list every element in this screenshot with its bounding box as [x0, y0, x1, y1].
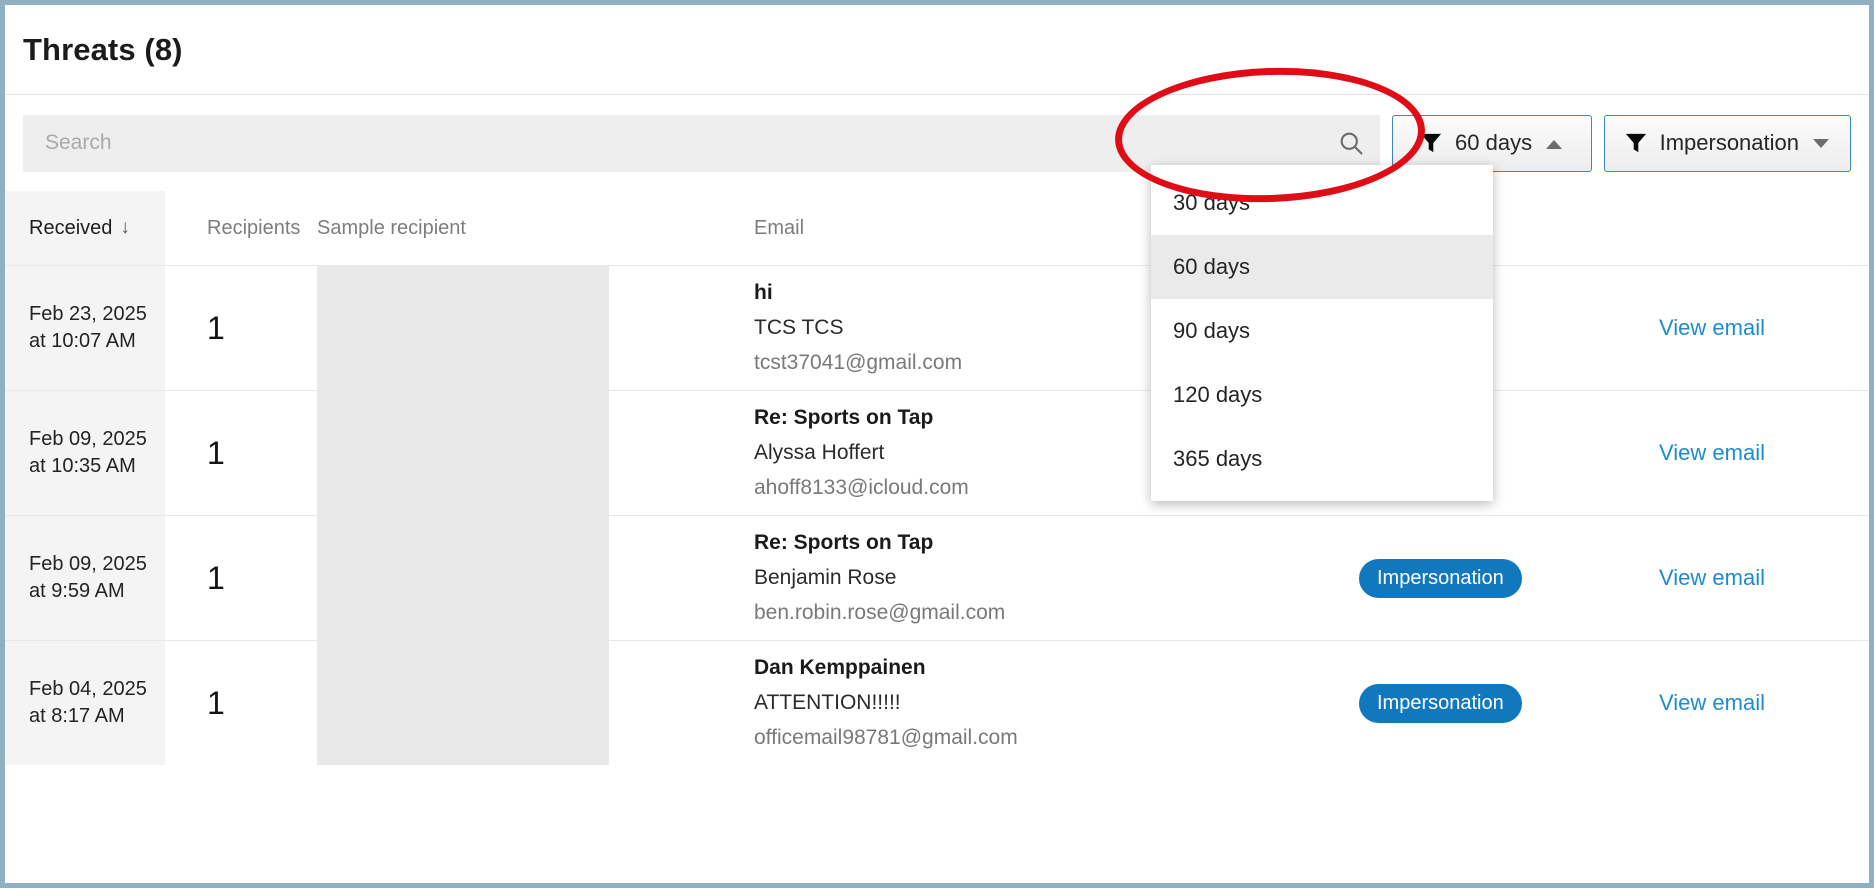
cell-email: Re: Sports on Tap Benjamin Rose ben.robin.…	[744, 516, 1359, 640]
column-header-action	[1659, 191, 1869, 265]
status-badge: Impersonation	[1359, 683, 1522, 723]
column-header-received-label: Received	[29, 216, 113, 239]
redacted-sample-recipient	[317, 641, 609, 765]
cell-sample-recipient	[317, 641, 744, 765]
email-subject: hi	[754, 281, 773, 304]
cell-received: Feb 23, 2025 at 10:07 AM	[5, 266, 165, 390]
received-time: at 10:07 AM	[29, 330, 136, 352]
recipients-count: 1	[207, 309, 225, 346]
view-email-link[interactable]: View email	[1659, 315, 1765, 341]
search-box[interactable]	[23, 114, 1380, 172]
column-header-recipients[interactable]: Recipients	[165, 191, 317, 265]
table-row[interactable]: Feb 04, 2025 at 8:17 AM 1 Dan Kemppainen ATT…	[5, 640, 1869, 765]
received-time: at 8:17 AM	[29, 705, 125, 727]
cell-action: View email	[1659, 391, 1869, 515]
dropdown-option[interactable]: 120 days	[1151, 363, 1493, 427]
threats-table: Received ↓ Recipients Sample recipient E…	[5, 191, 1869, 765]
toolbar: 60 days Impersonation	[5, 95, 1869, 191]
email-address: officemail98781@gmail.com	[754, 726, 1018, 749]
funnel-icon	[1625, 132, 1647, 154]
cell-received: Feb 04, 2025 at 8:17 AM	[5, 641, 165, 765]
dropdown-option[interactable]: 365 days	[1151, 427, 1493, 491]
received-time: at 10:35 AM	[29, 455, 136, 477]
email-subject: Dan Kemppainen	[754, 656, 926, 679]
threats-panel: Threats (8) 60 days I	[0, 0, 1874, 888]
received-date: Feb 23, 2025	[29, 303, 147, 325]
email-sender: Benjamin Rose	[754, 566, 897, 589]
view-email-link[interactable]: View email	[1659, 440, 1765, 466]
date-range-filter-label: 60 days	[1455, 130, 1533, 155]
threat-type-filter-button[interactable]: Impersonation	[1603, 114, 1851, 172]
column-header-received[interactable]: Received ↓	[5, 191, 165, 265]
table-row[interactable]: Feb 23, 2025 at 10:07 AM 1 hi TCS TCS tcst370…	[5, 265, 1869, 390]
redacted-sample-recipient	[317, 391, 609, 515]
funnel-icon	[1420, 132, 1442, 154]
column-header-recipients-label: Recipients	[207, 216, 301, 239]
cell-sample-recipient	[317, 516, 744, 640]
cell-sample-recipient	[317, 266, 744, 390]
sort-descending-icon: ↓	[120, 217, 130, 238]
cell-received: Feb 09, 2025 at 10:35 AM	[5, 391, 165, 515]
redacted-sample-recipient	[317, 516, 609, 640]
email-sender: ATTENTION!!!!!	[754, 691, 901, 714]
email-sender: TCS TCS	[754, 316, 844, 339]
date-range-dropdown-menu[interactable]: 30 days 60 days 90 days 120 days 365 days	[1151, 165, 1493, 501]
date-range-filter-button[interactable]: 60 days	[1391, 114, 1592, 172]
chevron-up-icon	[1545, 137, 1563, 149]
column-header-sample-recipient[interactable]: Sample recipient	[317, 191, 744, 265]
email-subject: Re: Sports on Tap	[754, 531, 934, 554]
table-row[interactable]: Feb 09, 2025 at 10:35 AM 1 Re: Sports on Ta…	[5, 390, 1869, 515]
recipients-count: 1	[207, 559, 225, 596]
email-subject: Re: Sports on Tap	[754, 406, 934, 429]
threat-type-filter-label: Impersonation	[1659, 130, 1799, 155]
cell-email: Dan Kemppainen ATTENTION!!!!! officemail98…	[744, 641, 1359, 765]
received-date: Feb 04, 2025	[29, 678, 147, 700]
email-address: ahoff8133@icloud.com	[754, 476, 969, 499]
cell-recipients: 1	[165, 641, 317, 765]
cell-recipients: 1	[165, 391, 317, 515]
dropdown-option[interactable]: 90 days	[1151, 299, 1493, 363]
recipients-count: 1	[207, 684, 225, 721]
cell-action: View email	[1659, 266, 1869, 390]
dropdown-option[interactable]: 30 days	[1151, 171, 1493, 235]
email-sender: Alyssa Hoffert	[754, 441, 885, 464]
table-body: Feb 23, 2025 at 10:07 AM 1 hi TCS TCS tcst370…	[5, 265, 1869, 765]
cell-received: Feb 09, 2025 at 9:59 AM	[5, 516, 165, 640]
chevron-down-icon	[1812, 137, 1830, 149]
email-address: ben.robin.rose@gmail.com	[754, 601, 1006, 624]
table-header-row: Received ↓ Recipients Sample recipient E…	[5, 191, 1869, 265]
search-icon[interactable]	[1336, 128, 1366, 158]
table-row[interactable]: Feb 09, 2025 at 9:59 AM 1 Re: Sports on Tap…	[5, 515, 1869, 640]
received-time: at 9:59 AM	[29, 580, 125, 602]
status-badge: Impersonation	[1359, 558, 1522, 598]
redacted-sample-recipient	[317, 266, 609, 390]
recipients-count: 1	[207, 434, 225, 471]
received-date: Feb 09, 2025	[29, 553, 147, 575]
panel-header: Threats (8)	[5, 5, 1869, 95]
cell-action: View email	[1659, 516, 1869, 640]
received-date: Feb 09, 2025	[29, 428, 147, 450]
cell-sample-recipient	[317, 391, 744, 515]
page-title: Threats (8)	[23, 31, 183, 67]
cell-badge: Impersonation	[1359, 516, 1659, 640]
email-address: tcst37041@gmail.com	[754, 351, 963, 374]
column-header-email-label: Email	[754, 216, 805, 239]
cell-badge: Impersonation	[1359, 641, 1659, 765]
cell-recipients: 1	[165, 266, 317, 390]
cell-recipients: 1	[165, 516, 317, 640]
search-input[interactable]	[37, 131, 1336, 155]
column-header-sample-recipient-label: Sample recipient	[317, 216, 466, 239]
cell-action: View email	[1659, 641, 1869, 765]
view-email-link[interactable]: View email	[1659, 565, 1765, 591]
view-email-link[interactable]: View email	[1659, 690, 1765, 716]
dropdown-option[interactable]: 60 days	[1151, 235, 1493, 299]
